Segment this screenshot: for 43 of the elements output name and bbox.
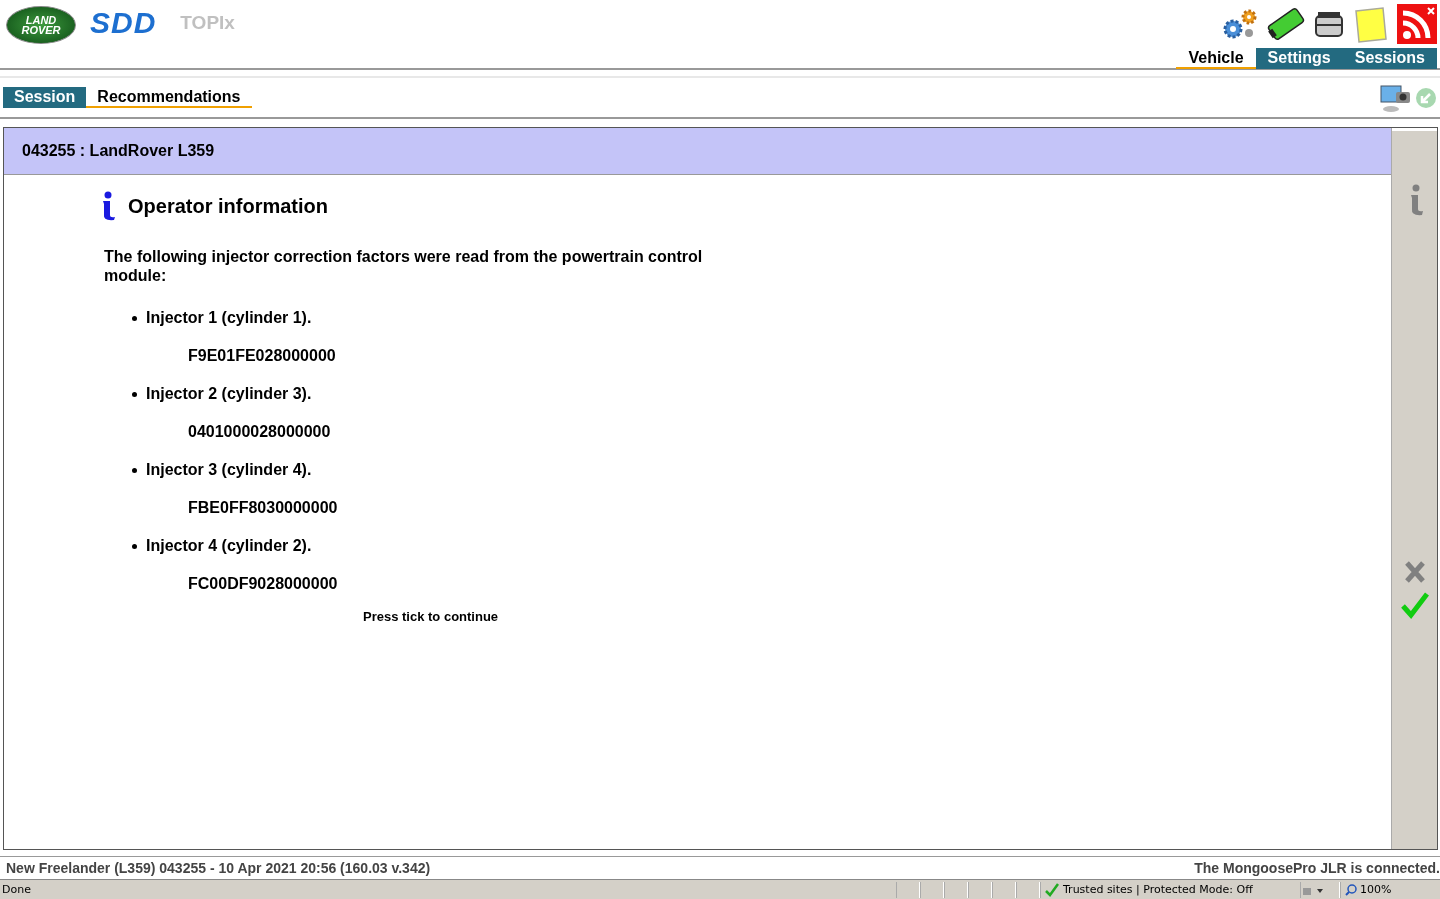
- injector-code: FC00DF9028000000: [188, 574, 339, 594]
- zoom-icon: [1345, 883, 1357, 896]
- bullet-icon: [132, 315, 137, 321]
- app-name: SDD: [90, 6, 157, 40]
- nav-tab[interactable]: Vehicle: [1176, 48, 1256, 69]
- sub-tab[interactable]: Recommendations: [86, 87, 252, 108]
- injector-code: 0401000028000000: [188, 422, 332, 442]
- prompt-text: Press tick to continue: [363, 609, 500, 624]
- panel-title: 043255 : LandRover L359: [4, 128, 1391, 175]
- heading: Operator information: [128, 194, 328, 218]
- injector-label: Injector 3 (cylinder 4).: [146, 461, 312, 479]
- session-info: New Freelander (L359) 043255 - 10 Apr 2021 20:56 (160.03 v.342): [6, 860, 431, 876]
- nav-tab[interactable]: Sessions: [1342, 48, 1437, 69]
- check-icon: [1045, 882, 1059, 897]
- status-panel: [944, 881, 968, 898]
- bullet-icon: [132, 543, 137, 549]
- security-zone[interactable]: Trusted sites | Protected Mode: Off: [1040, 881, 1300, 898]
- monitor-camera-icon[interactable]: [1379, 82, 1411, 113]
- injector-code: FBE0FF8030000000: [188, 498, 339, 518]
- disconnect-icon[interactable]: [1397, 4, 1437, 44]
- bullet-icon: [132, 467, 137, 473]
- status-panel: [992, 881, 1016, 898]
- status-text: Done: [1, 883, 32, 896]
- zone-text: Trusted sites | Protected Mode: Off: [1063, 883, 1253, 896]
- zoom-level: 100%: [1360, 883, 1392, 896]
- bullet-icon: [132, 391, 137, 397]
- gears-icon[interactable]: [1221, 7, 1259, 41]
- status-panel: [968, 881, 992, 898]
- injector-label: Injector 4 (cylinder 2).: [146, 537, 312, 555]
- connection-status: The MongoosePro JLR is connected.: [1194, 860, 1440, 876]
- status-panel: [1016, 881, 1040, 898]
- intro-text: The following injector correction factors were read from the powertrain control module:: [104, 247, 704, 285]
- status-panel: [920, 881, 944, 898]
- cancel-icon[interactable]: [1402, 559, 1427, 585]
- status-panel: [896, 881, 920, 898]
- zoom-control[interactable]: 100%: [1340, 881, 1440, 898]
- nav-tab[interactable]: Settings: [1255, 48, 1343, 69]
- sub-tab[interactable]: Session: [3, 87, 87, 108]
- injector-label: Injector 1 (cylinder 1).: [146, 309, 312, 327]
- injector-code: F9E01FE028000000: [188, 346, 337, 366]
- injector-label: Injector 2 (cylinder 3).: [146, 385, 312, 403]
- brand-logo: LAND ROVER: [6, 6, 76, 44]
- note-icon[interactable]: [1353, 5, 1389, 43]
